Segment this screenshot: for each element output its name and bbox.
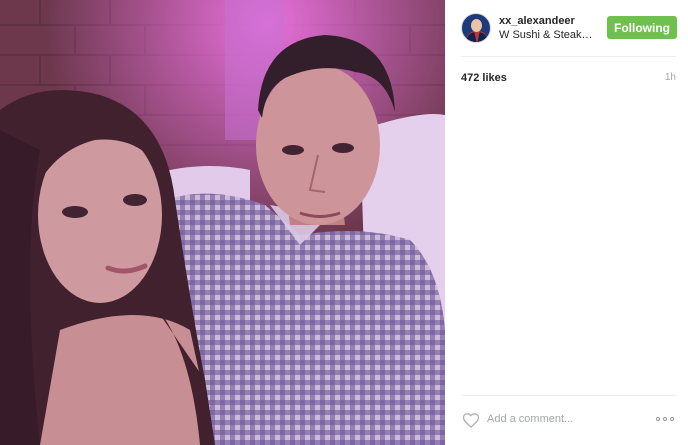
heart-outline-icon[interactable] [461,410,481,430]
post-header: xx_alexandeer W Sushi & Steakhouse Follo… [445,0,688,56]
post-photo[interactable] [0,0,445,445]
header-divider [461,56,676,57]
comment-bar [445,396,688,445]
post-time[interactable]: 1h [665,72,676,83]
selfie-image [0,0,445,445]
more-options-icon[interactable] [656,413,678,425]
username-link[interactable]: xx_alexandeer [499,15,575,27]
add-comment-input[interactable] [487,410,637,428]
location-link[interactable]: W Sushi & Steakhouse [499,29,595,41]
instagram-post: xx_alexandeer W Sushi & Steakhouse Follo… [0,0,688,445]
likes-count[interactable]: 472 likes [461,72,507,84]
post-sidebar: xx_alexandeer W Sushi & Steakhouse Follo… [445,0,688,445]
following-button[interactable]: Following [607,16,677,39]
profile-avatar[interactable] [461,13,491,43]
